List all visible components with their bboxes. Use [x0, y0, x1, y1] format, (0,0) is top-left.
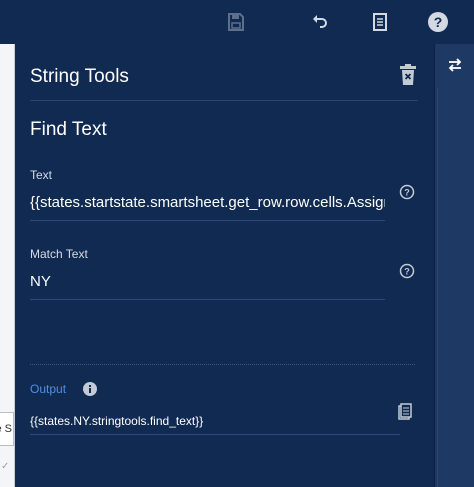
panel-header: String Tools [30, 44, 418, 101]
info-icon [83, 382, 97, 396]
output-label: Output [30, 382, 67, 396]
question-circle-icon: ? [399, 184, 415, 200]
undo-button[interactable] [308, 10, 332, 34]
match-text-field: Match Text NY [30, 247, 385, 300]
text-input[interactable]: {{states.startstate.smartsheet.get_row.r… [30, 192, 385, 221]
svg-text:?: ? [434, 14, 443, 30]
swap-arrows-icon [448, 58, 462, 72]
output-info-button[interactable] [82, 381, 98, 397]
undo-icon [313, 15, 327, 28]
section-divider [30, 364, 415, 365]
text-field-label: Text [30, 168, 53, 182]
canvas-node-label: e S [0, 423, 12, 435]
text-field: Text {{states.startstate.smartsheet.get_… [30, 168, 385, 221]
top-toolbar: ? [0, 0, 474, 45]
text-help-button[interactable]: ? [399, 184, 415, 200]
match-text-help-button[interactable]: ? [399, 263, 415, 279]
output-value[interactable]: {{states.NY.stringtools.find_text}} [30, 408, 400, 435]
save-button[interactable] [224, 10, 248, 34]
swap-panel-button[interactable] [447, 57, 463, 73]
match-text-label: Match Text [30, 247, 88, 261]
copy-output-button[interactable] [397, 403, 413, 421]
delete-button[interactable] [398, 64, 418, 86]
properties-panel: String Tools Find Text Text {{states.sta… [15, 44, 433, 487]
question-circle-icon: ? [399, 263, 415, 279]
section-title: Find Text [30, 119, 107, 140]
document-button[interactable] [368, 10, 392, 34]
right-rail [434, 44, 474, 487]
help-icon: ? [428, 12, 448, 32]
save-icon [228, 13, 244, 31]
match-text-input[interactable]: NY [30, 271, 385, 300]
help-button[interactable]: ? [426, 10, 450, 34]
svg-text:?: ? [404, 188, 410, 198]
document-icon [373, 13, 387, 31]
rail-divider [437, 88, 474, 487]
panel-title: String Tools [30, 66, 129, 87]
trash-icon [400, 64, 416, 85]
copy-icon [398, 403, 412, 420]
canvas-node-partial[interactable]: e S [0, 412, 14, 446]
svg-text:?: ? [404, 267, 410, 277]
canvas-check-mark: ✓ [1, 461, 10, 472]
